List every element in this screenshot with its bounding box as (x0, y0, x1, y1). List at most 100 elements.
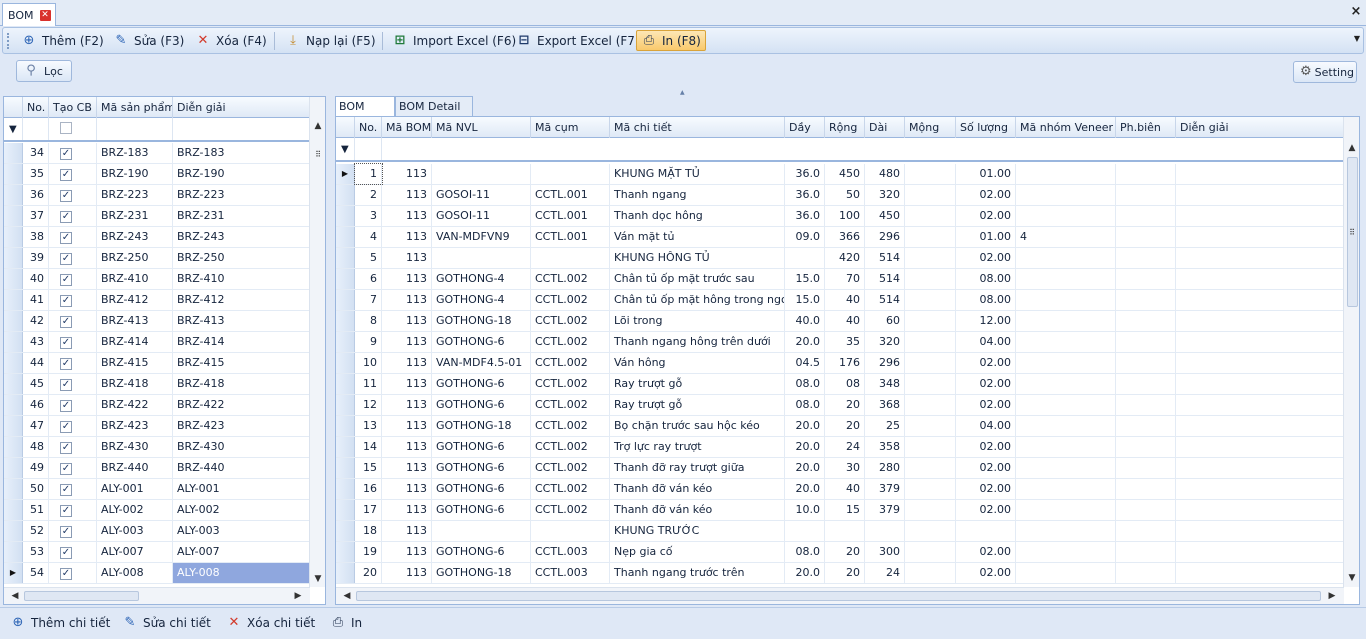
cell-no[interactable]: 12 (355, 395, 382, 415)
cell-ma-cum[interactable]: CCTL.001 (531, 227, 610, 247)
col-day[interactable]: Dầy (785, 117, 825, 138)
cell-ma-bom[interactable]: 113 (382, 269, 432, 289)
tao-cb-checkbox[interactable]: ✓ (49, 521, 97, 541)
col-mong[interactable]: Mộng (905, 117, 956, 138)
row-indicator[interactable] (336, 248, 355, 268)
cell-dien-giai[interactable] (1176, 311, 1344, 331)
cell-ma-chi-tiet[interactable]: Thanh ngang (610, 185, 785, 205)
filter-no-input[interactable] (355, 138, 382, 160)
cell-so-luong[interactable]: 02.00 (956, 542, 1016, 562)
cell-dai[interactable]: 450 (865, 206, 905, 226)
scroll-up-icon[interactable]: ▲ (1344, 140, 1359, 156)
cell-mong[interactable] (905, 374, 956, 394)
cell-ph-bien[interactable] (1116, 500, 1176, 520)
cell-ma-chi-tiet[interactable]: Thanh dọc hông (610, 206, 785, 226)
cell-rong[interactable]: 50 (825, 185, 865, 205)
cell-no[interactable]: 19 (355, 542, 382, 562)
row-indicator[interactable] (336, 185, 355, 205)
cell-dai[interactable]: 348 (865, 374, 905, 394)
print-button[interactable]: ⎙ In (F8) (636, 30, 706, 51)
cell-ma-cum[interactable]: CCTL.002 (531, 458, 610, 478)
cell-day[interactable]: 04.5 (785, 353, 825, 373)
cell-day[interactable]: 15.0 (785, 290, 825, 310)
cell-no[interactable]: 15 (355, 458, 382, 478)
cell-dien-giai[interactable]: ALY-007 (173, 542, 310, 562)
cell-no[interactable]: 40 (23, 269, 49, 289)
scroll-grip-icon[interactable]: ⠿ (1344, 225, 1359, 241)
cell-ma-san-pham[interactable]: BRZ-231 (97, 206, 173, 226)
row-indicator[interactable] (336, 374, 355, 394)
cell-ph-bien[interactable] (1116, 479, 1176, 499)
tao-cb-checkbox[interactable]: ✓ (49, 479, 97, 499)
cell-dai[interactable]: 514 (865, 269, 905, 289)
cell-no[interactable]: 37 (23, 206, 49, 226)
cell-so-luong[interactable]: 01.00 (956, 227, 1016, 247)
table-row[interactable]: 11 113 GOTHONG-6 CCTL.002 Ray trượt gỗ 08.0 08… (336, 374, 1344, 395)
scroll-down-icon[interactable]: ▼ (1344, 570, 1359, 586)
cell-ma-chi-tiet[interactable]: Nẹp gia cố (610, 542, 785, 562)
cell-ma-nvl[interactable]: GOTHONG-18 (432, 563, 531, 583)
table-row[interactable]: 18 113 KHUNG TRƯỚC (336, 521, 1344, 542)
cell-ma-san-pham[interactable]: BRZ-423 (97, 416, 173, 436)
cell-dien-giai[interactable] (1176, 206, 1344, 226)
cell-day[interactable] (785, 248, 825, 268)
table-row[interactable]: ▶ 54 ✓ ALY-008 ALY-008 (4, 563, 310, 584)
col-ma-nhom-veneer[interactable]: Mã nhóm Veneer (1016, 117, 1116, 138)
tao-cb-checkbox[interactable]: ✓ (49, 164, 97, 184)
cell-ma-nvl[interactable]: VAN-MDFVN9 (432, 227, 531, 247)
cell-ma-nvl[interactable]: GOTHONG-6 (432, 374, 531, 394)
col-dien-giai[interactable]: Diễn giải (173, 97, 310, 118)
product-vertical-scrollbar[interactable]: ▲ ⠿ ▼ (309, 97, 325, 587)
cell-no[interactable]: 41 (23, 290, 49, 310)
cell-rong[interactable]: 100 (825, 206, 865, 226)
table-row[interactable]: 47 ✓ BRZ-423 BRZ-423 (4, 416, 310, 437)
cell-ma-chi-tiet[interactable]: KHUNG MẶT TỦ (610, 164, 785, 184)
col-ma-chi-tiet[interactable]: Mã chi tiết (610, 117, 785, 138)
cell-dien-giai[interactable]: BRZ-183 (173, 143, 310, 163)
cell-so-luong[interactable]: 01.00 (956, 164, 1016, 184)
col-no[interactable]: No. (23, 97, 49, 118)
cell-no[interactable]: 9 (355, 332, 382, 352)
cell-dien-giai[interactable]: BRZ-243 (173, 227, 310, 247)
cell-ph-bien[interactable] (1116, 353, 1176, 373)
cell-ma-chi-tiet[interactable]: Chân tủ ốp mặt hông trong ngoài (610, 290, 785, 310)
cell-ma-nhom-veneer[interactable] (1016, 206, 1116, 226)
cell-ph-bien[interactable] (1116, 332, 1176, 352)
checkmark-icon[interactable]: ✓ (60, 442, 72, 454)
cell-dien-giai[interactable] (1176, 269, 1344, 289)
row-indicator[interactable] (4, 332, 23, 352)
col-rong[interactable]: Rộng (825, 117, 865, 138)
cell-no[interactable]: 4 (355, 227, 382, 247)
table-row[interactable]: 4 113 VAN-MDFVN9 CCTL.001 Ván mặt tủ 09.0 366 2… (336, 227, 1344, 248)
table-row[interactable]: 48 ✓ BRZ-430 BRZ-430 (4, 437, 310, 458)
filter-ma-san-pham-input[interactable] (97, 118, 173, 140)
cell-so-luong[interactable]: 02.00 (956, 479, 1016, 499)
cell-ma-nhom-veneer[interactable] (1016, 542, 1116, 562)
cell-so-luong[interactable]: 02.00 (956, 395, 1016, 415)
cell-ma-nvl[interactable]: GOTHONG-6 (432, 332, 531, 352)
cell-day[interactable]: 40.0 (785, 311, 825, 331)
row-indicator[interactable]: ▶ (4, 563, 23, 583)
cell-ma-nhom-veneer[interactable] (1016, 374, 1116, 394)
cell-ma-bom[interactable]: 113 (382, 164, 432, 184)
row-indicator[interactable] (336, 458, 355, 478)
table-row[interactable]: 52 ✓ ALY-003 ALY-003 (4, 521, 310, 542)
cell-dien-giai[interactable]: BRZ-231 (173, 206, 310, 226)
cell-rong[interactable]: 20 (825, 395, 865, 415)
checkmark-icon[interactable]: ✓ (60, 421, 72, 433)
checkmark-icon[interactable]: ✓ (60, 232, 72, 244)
cell-ma-san-pham[interactable]: BRZ-410 (97, 269, 173, 289)
table-row[interactable]: 41 ✓ BRZ-412 BRZ-412 (4, 290, 310, 311)
cell-dien-giai[interactable] (1176, 479, 1344, 499)
cell-no[interactable]: 47 (23, 416, 49, 436)
cell-day[interactable]: 36.0 (785, 206, 825, 226)
cell-ma-bom[interactable]: 113 (382, 332, 432, 352)
table-row[interactable]: 51 ✓ ALY-002 ALY-002 (4, 500, 310, 521)
cell-rong[interactable]: 40 (825, 290, 865, 310)
cell-ma-nhom-veneer[interactable] (1016, 458, 1116, 478)
cell-ma-nhom-veneer[interactable] (1016, 248, 1116, 268)
table-row[interactable]: 9 113 GOTHONG-6 CCTL.002 Thanh ngang hông tr… (336, 332, 1344, 353)
tao-cb-checkbox[interactable]: ✓ (49, 185, 97, 205)
cell-ma-cum[interactable]: CCTL.002 (531, 353, 610, 373)
cell-ma-nvl[interactable]: GOSOI-11 (432, 185, 531, 205)
